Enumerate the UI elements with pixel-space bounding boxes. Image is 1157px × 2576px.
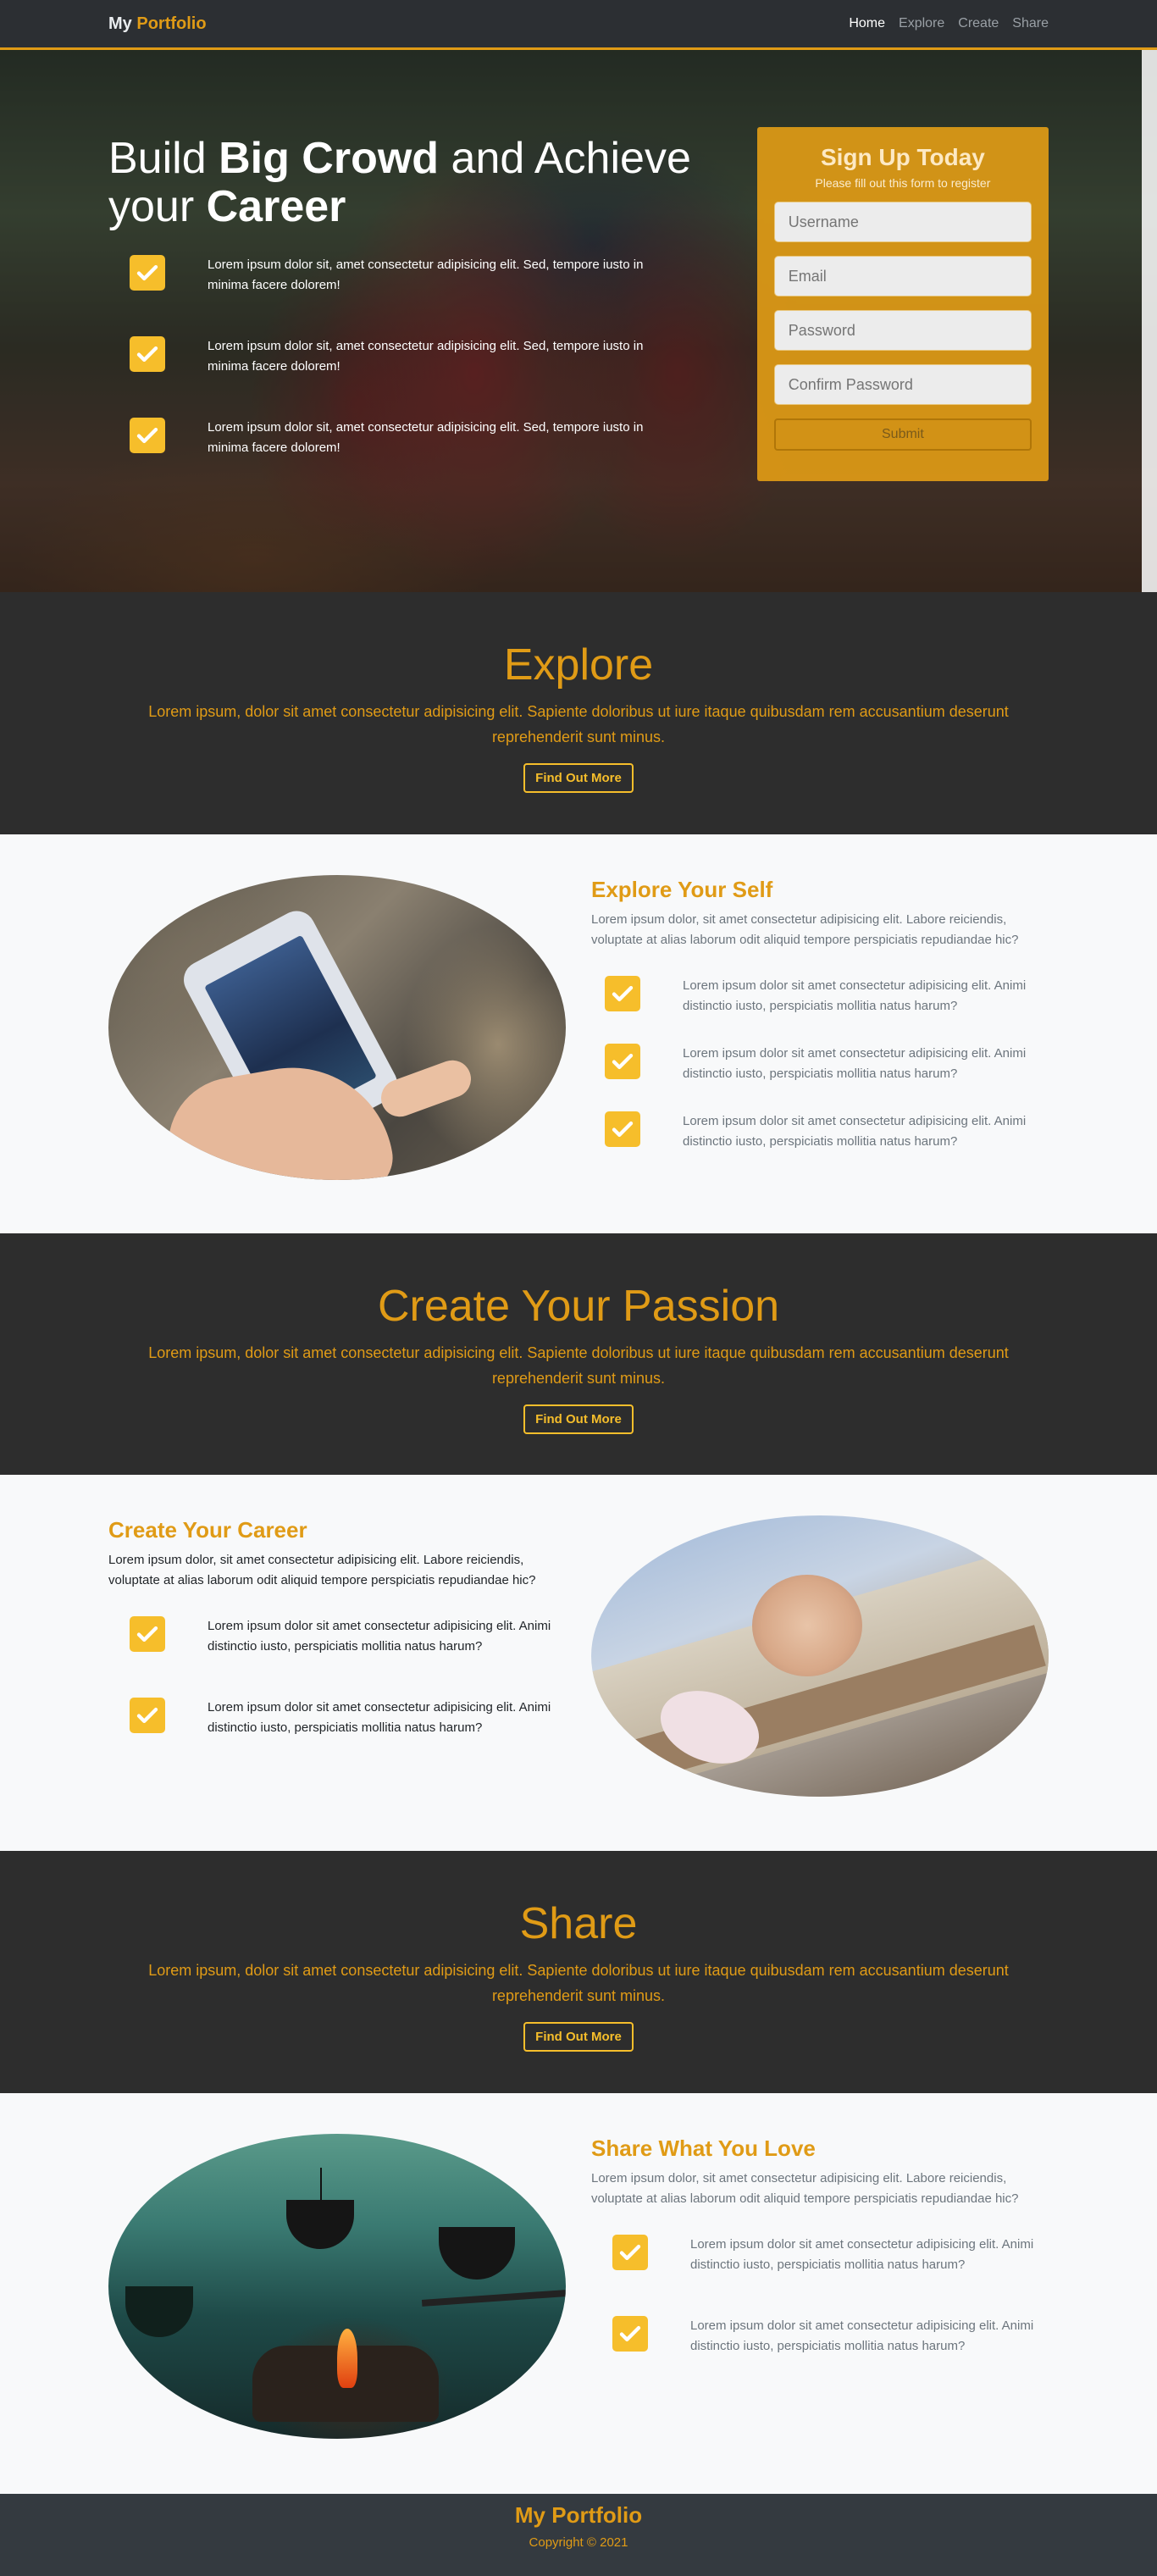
nav-explore[interactable]: Explore <box>899 16 944 31</box>
create-image-col <box>578 1475 1049 1797</box>
hero-title-bold: Big Crowd <box>219 134 440 183</box>
explore-section: Explore Your Self Lorem ipsum dolor, sit… <box>0 834 1157 1233</box>
create-section-text: Lorem ipsum dolor, sit amet consectetur … <box>108 1553 536 1587</box>
signup-title: Sign Up Today <box>820 144 985 170</box>
explore-find-out-more-button[interactable]: Find Out More <box>523 763 634 793</box>
hero-feature-text: Lorem ipsum dolor sit, amet consectetur … <box>208 339 644 374</box>
footer-copyright: Copyright © 2021 <box>529 2535 628 2550</box>
brand-second: Portfolio <box>136 14 207 33</box>
create-text-col: Create Your Career Lorem ipsum dolor, si… <box>108 1475 578 1797</box>
brand-first: My <box>108 14 132 33</box>
explore-section-title: Explore Your Self <box>591 877 773 902</box>
share-section: Share What You Love Lorem ipsum dolor, s… <box>0 2093 1157 2494</box>
explore-feature: Lorem ipsum dolor sit amet consectetur a… <box>591 1111 1049 1179</box>
hero-feature: Lorem ipsum dolor sit, amet consectetur … <box>108 418 740 499</box>
explore-feature-text: Lorem ipsum dolor sit amet consectetur a… <box>683 1046 1027 1081</box>
create-feature-list: Lorem ipsum dolor sit amet consectetur a… <box>108 1616 578 1779</box>
create-band-text: Lorem ipsum, dolor sit amet consectetur … <box>148 1344 1009 1387</box>
create-feature-text: Lorem ipsum dolor sit amet consectetur a… <box>208 1700 551 1735</box>
explore-text-col: Explore Your Self Lorem ipsum dolor, sit… <box>578 834 1049 1180</box>
hero-title-bold: Career <box>206 182 346 232</box>
explore-feature-text: Lorem ipsum dolor sit amet consectetur a… <box>683 978 1027 1013</box>
brand-logo[interactable]: My Portfolio <box>108 14 207 34</box>
hero-title: Build Big Crowd and Achieve your Career <box>108 134 740 232</box>
share-feature: Lorem ipsum dolor sit amet consectetur a… <box>591 2316 1049 2397</box>
signup-form: Sign Up Today Please fill out this form … <box>756 127 1049 481</box>
explore-band: Explore Lorem ipsum, dolor sit amet cons… <box>0 592 1157 834</box>
share-find-out-more-button[interactable]: Find Out More <box>523 2022 634 2052</box>
check-icon <box>130 336 165 373</box>
email-input[interactable] <box>773 256 1032 296</box>
username-input[interactable] <box>773 202 1032 242</box>
password-input[interactable] <box>773 310 1032 351</box>
create-section-title: Create Your Career <box>108 1517 307 1543</box>
check-icon <box>130 1698 165 1733</box>
create-find-out-more-button[interactable]: Find Out More <box>523 1404 634 1434</box>
explore-image-col <box>108 834 578 1180</box>
hero-feature: Lorem ipsum dolor sit, amet consectetur … <box>108 336 740 418</box>
check-icon <box>130 1616 165 1652</box>
share-feature-text: Lorem ipsum dolor sit amet consectetur a… <box>690 2237 1034 2272</box>
explore-section-text: Lorem ipsum dolor, sit amet consectetur … <box>591 912 1019 947</box>
share-text-col: Share What You Love Lorem ipsum dolor, s… <box>578 2093 1049 2439</box>
create-feature-text: Lorem ipsum dolor sit amet consectetur a… <box>208 1619 551 1654</box>
hero-feature-text: Lorem ipsum dolor sit, amet consectetur … <box>208 258 644 293</box>
navbar: My Portfolio Home Explore Create Share <box>0 0 1157 50</box>
hero-feature: Lorem ipsum dolor sit, amet consectetur … <box>108 255 740 336</box>
check-icon <box>130 418 165 454</box>
footer-title: My Portfolio <box>514 2502 643 2528</box>
hero-feature-list: Lorem ipsum dolor sit, amet consectetur … <box>108 255 740 499</box>
share-feature-text: Lorem ipsum dolor sit amet consectetur a… <box>690 2318 1034 2353</box>
share-band-text: Lorem ipsum, dolor sit amet consectetur … <box>148 1962 1009 2004</box>
check-icon <box>130 255 165 291</box>
explore-feature: Lorem ipsum dolor sit amet consectetur a… <box>591 1044 1049 1111</box>
nav-share[interactable]: Share <box>1012 16 1049 31</box>
share-band-title: Share <box>519 1899 638 1948</box>
check-icon <box>605 1111 640 1147</box>
signup-subtitle: Please fill out this form to register <box>815 176 991 190</box>
campfire-image <box>108 2134 566 2439</box>
hero-title-part: Build <box>108 134 207 183</box>
book-rose-image <box>591 1515 1049 1797</box>
hero-title-part: and Achieve <box>451 134 691 183</box>
create-feature: Lorem ipsum dolor sit amet consectetur a… <box>108 1616 578 1698</box>
share-image-col <box>108 2093 578 2439</box>
explore-band-text: Lorem ipsum, dolor sit amet consectetur … <box>148 703 1009 745</box>
explore-feature: Lorem ipsum dolor sit amet consectetur a… <box>591 976 1049 1044</box>
nav-create[interactable]: Create <box>958 16 999 31</box>
explore-band-title: Explore <box>503 640 654 690</box>
explore-feature-list: Lorem ipsum dolor sit amet consectetur a… <box>591 976 1049 1179</box>
share-section-title: Share What You Love <box>591 2136 816 2161</box>
phone-image <box>108 875 566 1180</box>
create-section: Create Your Career Lorem ipsum dolor, si… <box>0 1475 1157 1851</box>
check-icon <box>612 2235 648 2270</box>
check-icon <box>605 1044 640 1079</box>
confirm-password-input[interactable] <box>773 364 1032 405</box>
hero-section: Build Big Crowd and Achieve your Career … <box>0 50 1157 592</box>
hero-feature-text: Lorem ipsum dolor sit, amet consectetur … <box>208 420 644 456</box>
hero-title-part: your <box>108 182 195 232</box>
check-icon <box>605 976 640 1011</box>
submit-button[interactable]: Submit <box>773 418 1032 451</box>
create-feature: Lorem ipsum dolor sit amet consectetur a… <box>108 1698 578 1779</box>
share-section-text: Lorem ipsum dolor, sit amet consectetur … <box>591 2171 1019 2206</box>
nav-links: Home Explore Create Share <box>849 16 1049 31</box>
explore-feature-text: Lorem ipsum dolor sit amet consectetur a… <box>683 1114 1027 1149</box>
footer: My Portfolio Copyright © 2021 <box>0 2494 1157 2576</box>
check-icon <box>612 2316 648 2352</box>
share-feature-list: Lorem ipsum dolor sit amet consectetur a… <box>591 2235 1049 2397</box>
share-band: Share Lorem ipsum, dolor sit amet consec… <box>0 1851 1157 2093</box>
create-band-title: Create Your Passion <box>377 1282 780 1331</box>
create-band: Create Your Passion Lorem ipsum, dolor s… <box>0 1233 1157 1475</box>
hero-content: Build Big Crowd and Achieve your Career … <box>108 50 740 499</box>
nav-home[interactable]: Home <box>849 16 885 31</box>
share-feature: Lorem ipsum dolor sit amet consectetur a… <box>591 2235 1049 2316</box>
